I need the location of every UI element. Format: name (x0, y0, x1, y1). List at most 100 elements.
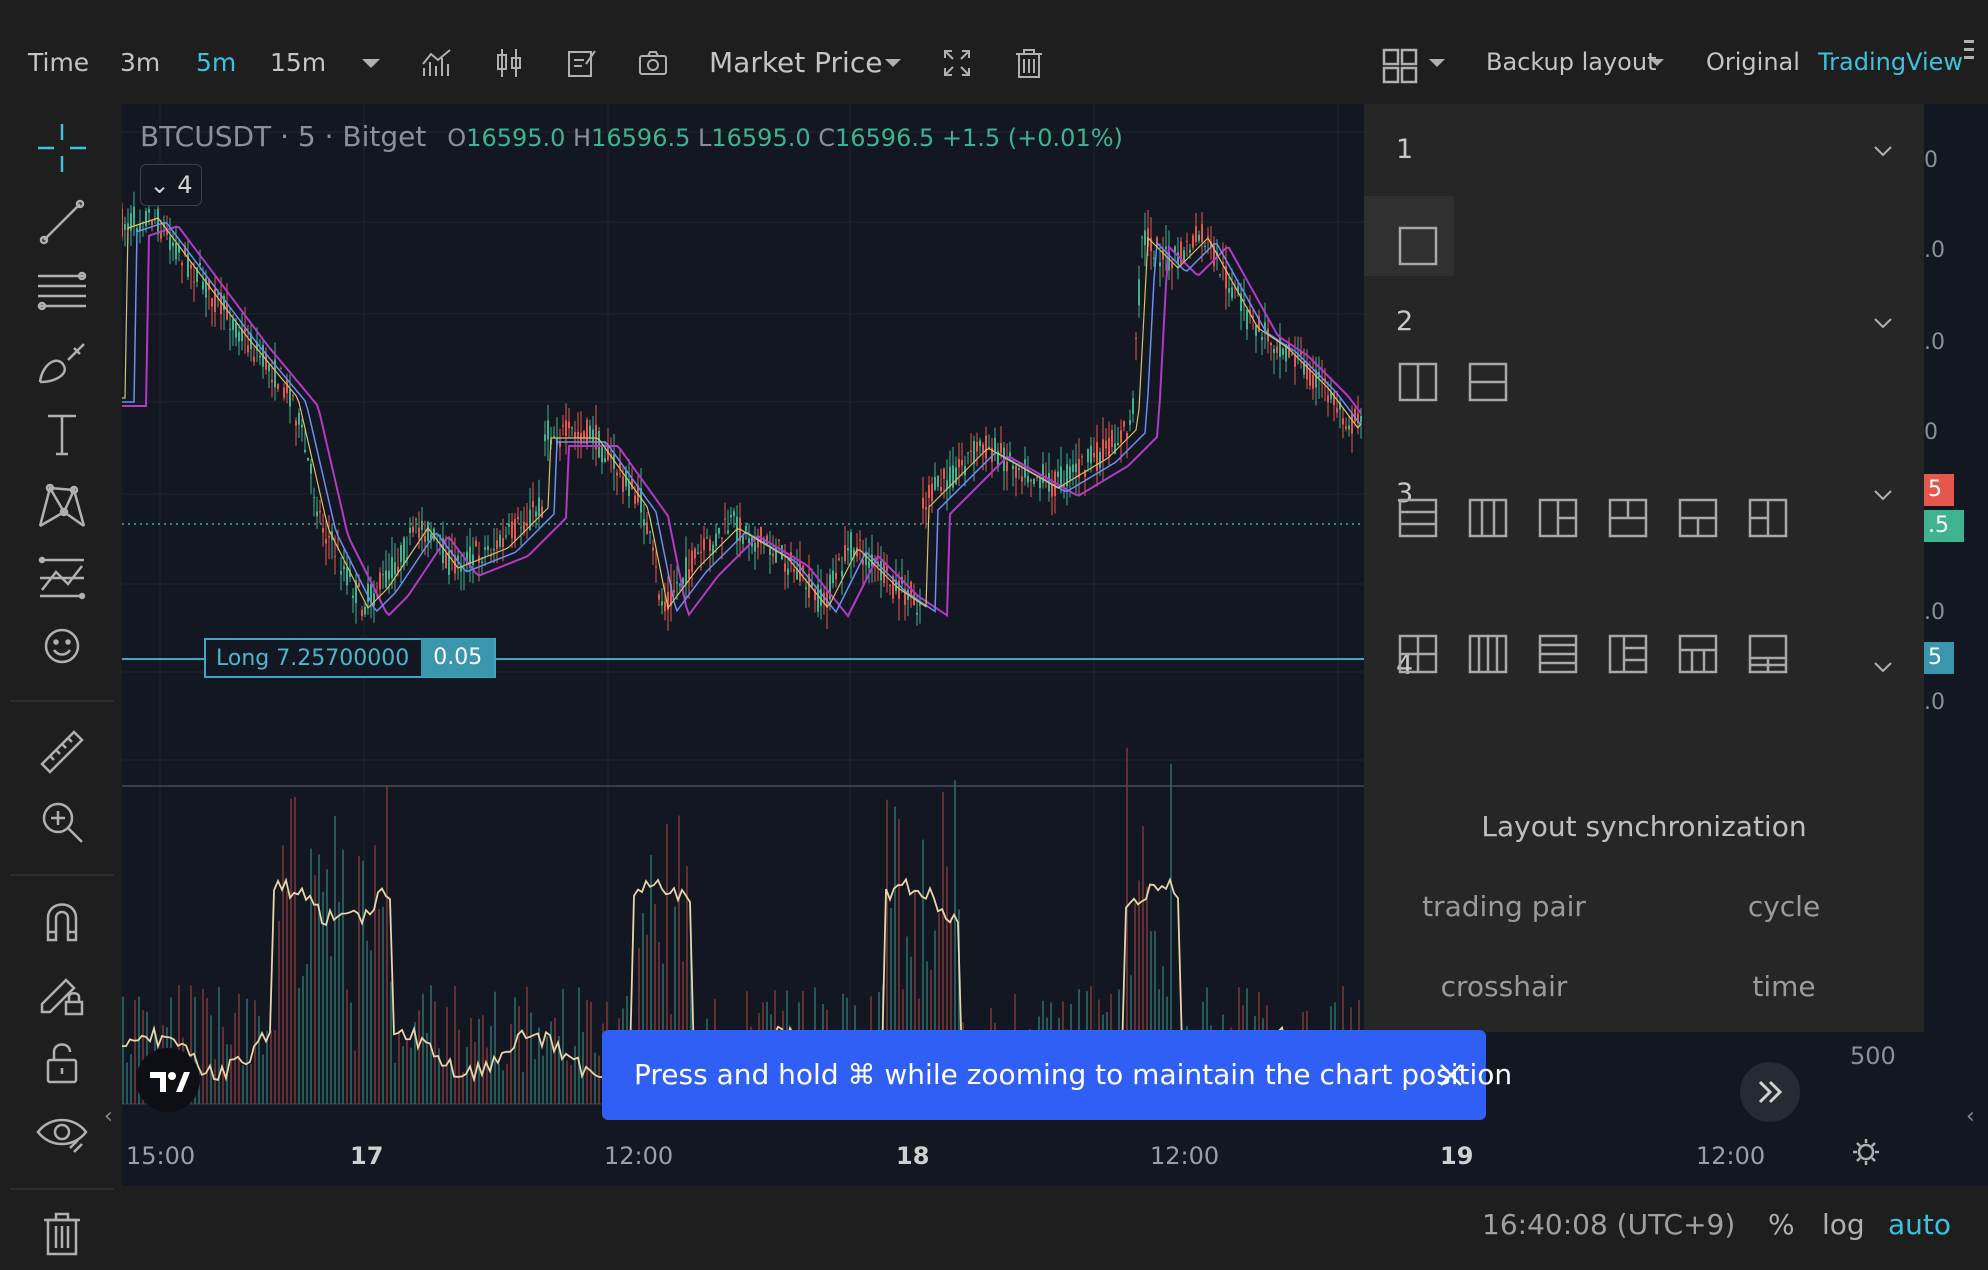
layout-3-option-6-icon[interactable] (1748, 498, 1788, 538)
candle-body (322, 528, 324, 533)
candle-body (1096, 442, 1098, 471)
layout-3-option-1-icon[interactable] (1398, 498, 1438, 538)
log-toggle[interactable]: log (1822, 1208, 1865, 1241)
interval-15m[interactable]: 15m (270, 48, 326, 77)
scroll-left-icon[interactable]: ‹ (104, 1104, 113, 1129)
sync-time[interactable]: time (1644, 970, 1924, 1003)
volume-bar (346, 989, 348, 1104)
chevron-down-icon[interactable] (1872, 140, 1894, 162)
layout-2-option-1-icon[interactable] (1398, 362, 1438, 402)
position-label[interactable]: Long 7.25700000 0.05 (204, 638, 497, 678)
settings-icon[interactable] (1850, 1136, 1882, 1168)
candle-body (1060, 466, 1062, 485)
indicators-collapse-button[interactable]: ⌄ 4 (140, 164, 202, 206)
volume-bar (506, 1063, 508, 1104)
layout-grid-icon[interactable] (1382, 48, 1418, 84)
candle-body (472, 554, 474, 566)
volume-bar (422, 993, 424, 1104)
auto-toggle[interactable]: auto (1888, 1208, 1951, 1241)
hamburger-icon[interactable] (1962, 38, 1982, 64)
candle-body (151, 220, 153, 226)
emoji-icon[interactable] (34, 618, 90, 674)
layout-1-option-1-icon[interactable] (1398, 226, 1438, 266)
scroll-right-icon[interactable]: ‹ (1966, 1104, 1975, 1129)
view-tradingview-tab[interactable]: TradingView (1818, 48, 1963, 76)
close-icon[interactable] (1438, 1062, 1464, 1088)
price-tick: .0 (1924, 238, 1945, 263)
chevron-down-icon[interactable] (1872, 484, 1894, 506)
time-button[interactable]: Time (28, 48, 89, 77)
candle-body (175, 242, 177, 260)
layout-4-option-6-icon[interactable] (1748, 634, 1788, 674)
price-tag-red: 5 (1924, 474, 1954, 506)
candle-body (718, 527, 720, 534)
volume-bar (254, 1000, 256, 1104)
volume-bar (370, 950, 372, 1104)
chevron-down-icon[interactable] (876, 46, 910, 80)
ohlc-close: 16596.5 (835, 124, 935, 152)
trash-icon[interactable] (1012, 46, 1046, 80)
chevron-down-icon[interactable] (1420, 46, 1454, 80)
chevron-down-icon[interactable] (354, 46, 388, 80)
candle-body (487, 546, 489, 551)
crosshair-icon[interactable] (34, 120, 90, 176)
chevron-down-icon[interactable] (1872, 656, 1894, 678)
layout-4-option-3-icon[interactable] (1538, 634, 1578, 674)
candle-type-icon[interactable] (492, 46, 526, 80)
fullscreen-icon[interactable] (940, 46, 974, 80)
layout-4-option-2-icon[interactable] (1468, 634, 1508, 674)
layout-4-option-1-icon[interactable] (1398, 634, 1438, 674)
volume-bar (362, 860, 364, 1104)
zoom-icon[interactable] (34, 794, 90, 850)
sync-crosshair[interactable]: crosshair (1364, 970, 1644, 1003)
layout-3-option-4-icon[interactable] (1608, 498, 1648, 538)
unlock-icon[interactable] (34, 1034, 90, 1090)
eye-icon[interactable] (34, 1104, 90, 1160)
candle-body (784, 563, 786, 572)
forecast-icon[interactable] (34, 550, 90, 606)
indicators-icon[interactable] (420, 46, 454, 80)
scroll-to-latest-button[interactable] (1740, 1062, 1800, 1122)
interval-5m[interactable]: 5m (196, 48, 236, 77)
layout-4-option-4-icon[interactable] (1608, 634, 1648, 674)
layout-3-option-3-icon[interactable] (1538, 498, 1578, 538)
layout-4-option-5-icon[interactable] (1678, 634, 1718, 674)
candle-body (601, 447, 603, 463)
tradingview-logo[interactable] (136, 1048, 200, 1112)
trash-icon[interactable] (34, 1206, 90, 1262)
candle-body (742, 536, 744, 544)
magnet-icon[interactable] (34, 892, 90, 948)
edit-note-icon[interactable] (564, 46, 598, 80)
layout-2-option-2-icon[interactable] (1468, 362, 1508, 402)
price-chart[interactable]: BTCUSDT · 5 · Bitget O16595.0 H16596.5 L… (122, 104, 1372, 1186)
candle-body (481, 561, 483, 563)
interval-3m[interactable]: 3m (120, 48, 160, 77)
candle-body (1117, 442, 1119, 446)
lock-draw-icon[interactable] (34, 964, 90, 1020)
camera-icon[interactable] (636, 46, 670, 80)
view-original-tab[interactable]: Original (1706, 48, 1800, 76)
sync-cycle[interactable]: cycle (1644, 890, 1924, 923)
backup-layout-dropdown[interactable]: Backup layout (1486, 48, 1656, 76)
layout-3-option-2-icon[interactable] (1468, 498, 1508, 538)
candle-body (358, 583, 360, 587)
brush-icon[interactable] (34, 334, 90, 390)
chevron-down-icon[interactable] (1872, 312, 1894, 334)
tradingview-logo-icon (150, 1072, 190, 1092)
sync-trading-pair[interactable]: trading pair (1364, 890, 1644, 923)
candle-body (412, 526, 414, 533)
candle-body (502, 538, 504, 548)
price-type-dropdown[interactable]: Market Price (709, 46, 882, 79)
ohlc-high: 16596.5 (591, 124, 691, 152)
percent-toggle[interactable]: % (1768, 1208, 1795, 1241)
text-icon[interactable] (34, 406, 90, 462)
pattern-icon[interactable] (34, 478, 90, 534)
fib-lines-icon[interactable] (34, 264, 90, 320)
ruler-icon[interactable] (34, 724, 90, 780)
trend-line-icon[interactable] (34, 194, 90, 250)
layout-3-option-5-icon[interactable] (1678, 498, 1718, 538)
candle-body (385, 570, 387, 588)
candle-body (415, 519, 417, 521)
chevron-down-icon[interactable] (1640, 46, 1674, 80)
candle-body (496, 540, 498, 550)
